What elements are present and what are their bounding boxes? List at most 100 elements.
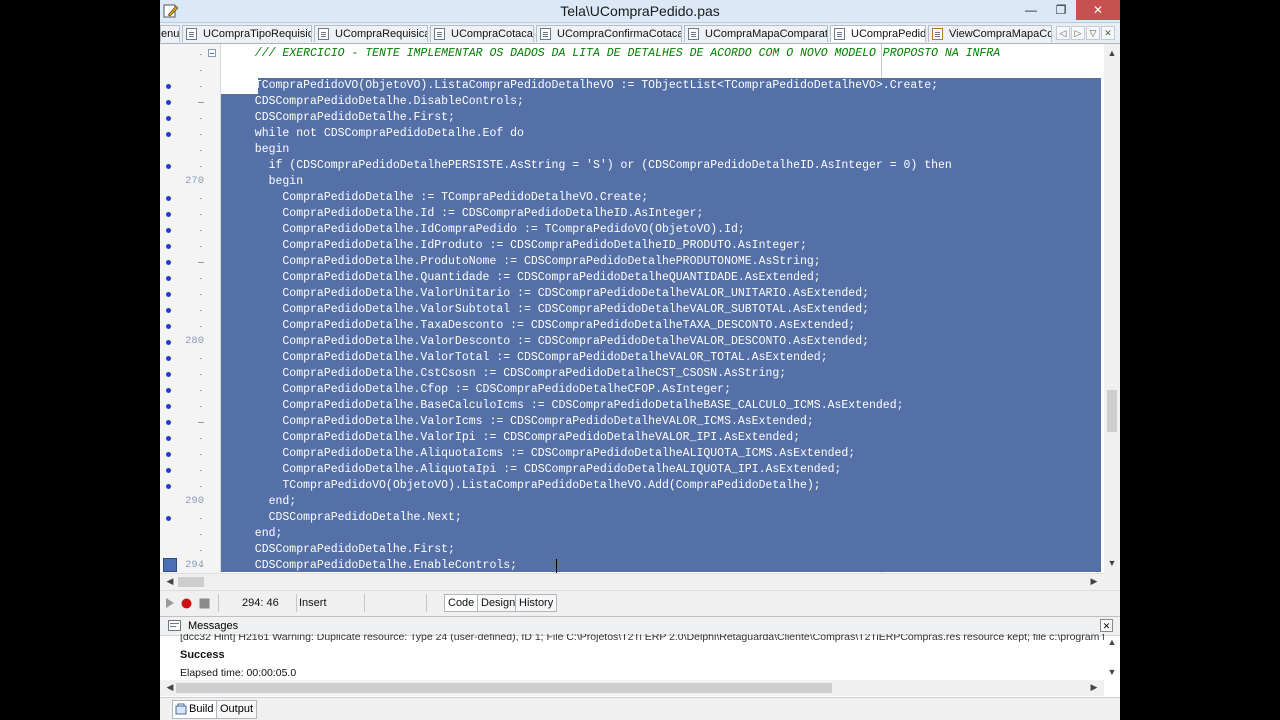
restore-button[interactable]: ❐ — [1046, 0, 1076, 20]
tab-ucompraconfirmacotacao[interactable]: UCompraConfirmaCotacao — [536, 25, 682, 42]
code-line[interactable]: CompraPedidoDetalhe.BaseCalculoIcms := C… — [241, 398, 1104, 414]
tab-ucompratiporequisicao[interactable]: UCompraTipoRequisicao — [182, 25, 312, 42]
messages-scroll-down-icon[interactable]: ▼ — [1104, 667, 1120, 677]
view-tab-code[interactable]: Code — [444, 594, 479, 612]
editor-vertical-scrollbar[interactable]: ▲ ▼ — [1104, 44, 1120, 573]
tab-viewcompramapacomp[interactable]: ViewCompraMapaComp — [928, 25, 1052, 42]
breakpoint-dot-icon[interactable] — [166, 292, 171, 297]
breakpoint-dot-icon[interactable] — [166, 340, 171, 345]
breakpoint-dot-icon[interactable] — [166, 84, 171, 89]
breakpoint-dot-icon[interactable] — [166, 420, 171, 425]
code-line[interactable]: CompraPedidoDetalhe.AliquotaIpi := CDSCo… — [241, 462, 1104, 478]
tab-ucompracotacao[interactable]: UCompraCotacao — [430, 25, 534, 42]
code-line[interactable]: end; — [241, 526, 1104, 542]
breakpoint-dot-icon[interactable] — [166, 388, 171, 393]
code-line[interactable]: CompraPedidoDetalhe.IdProduto := CDSComp… — [241, 238, 1104, 254]
close-window-button[interactable]: ✕ — [1076, 0, 1120, 20]
breakpoint-dot-icon[interactable] — [166, 132, 171, 137]
tab-output[interactable]: Output — [216, 700, 258, 719]
breakpoint-dot-icon[interactable] — [166, 356, 171, 361]
breakpoint-dot-icon[interactable] — [166, 484, 171, 489]
execution-point-icon[interactable] — [163, 558, 177, 572]
breakpoint-dot-icon[interactable] — [166, 324, 171, 329]
code-line[interactable]: CompraPedidoDetalhe.IdCompraPedido := TC… — [241, 222, 1104, 238]
breakpoint-dot-icon[interactable] — [166, 308, 171, 313]
code-area[interactable]: /// EXERCICIO - TENTE IMPLEMENTAR OS DAD… — [221, 44, 1104, 573]
messages-scroll-right-icon[interactable]: ▶ — [1086, 682, 1102, 693]
breakpoint-dot-icon[interactable] — [166, 436, 171, 441]
fold-marker-icon[interactable] — [198, 262, 204, 263]
tab-close-icon[interactable]: ✕ — [1101, 26, 1115, 40]
breakpoint-dot-icon[interactable] — [166, 404, 171, 409]
code-line[interactable]: CDSCompraPedidoDetalhe.DisableControls; — [241, 94, 1104, 110]
code-line[interactable]: CompraPedidoDetalhe.TaxaDesconto := CDSC… — [241, 318, 1104, 334]
code-line[interactable]: begin — [241, 174, 1104, 190]
scroll-down-arrow-icon[interactable]: ▼ — [1104, 558, 1120, 568]
vertical-scroll-thumb[interactable] — [1107, 390, 1117, 432]
code-line[interactable]: CompraPedidoDetalhe.ValorDesconto := CDS… — [241, 334, 1104, 350]
code-line[interactable]: CompraPedidoDetalhe.Cfop := CDSCompraPed… — [241, 382, 1104, 398]
code-line[interactable]: CompraPedidoDetalhe.Quantidade := CDSCom… — [241, 270, 1104, 286]
code-line[interactable]: CompraPedidoDetalhe.ValorIpi := CDSCompr… — [241, 430, 1104, 446]
code-line[interactable]: CompraPedidoDetalhe.ProdutoNome := CDSCo… — [241, 254, 1104, 270]
minimize-button[interactable]: — — [1016, 0, 1046, 20]
breakpoint-dot-icon[interactable] — [166, 164, 171, 169]
messages-scroll-thumb[interactable] — [176, 683, 832, 693]
code-line[interactable]: CompraPedidoDetalhe.ValorSubtotal := CDS… — [241, 302, 1104, 318]
messages-scroll-up-icon[interactable]: ▲ — [1104, 637, 1120, 647]
breakpoint-dot-icon[interactable] — [166, 516, 171, 521]
code-line[interactable]: CompraPedidoDetalhe.ValorUnitario := CDS… — [241, 286, 1104, 302]
code-line[interactable]: begin — [241, 142, 1104, 158]
breakpoint-dot-icon[interactable] — [166, 276, 171, 281]
scroll-left-arrow-icon[interactable]: ◀ — [162, 576, 178, 587]
code-editor[interactable]: 270 280 290 294 /// EXERCICIO - TENTE IMPLE… — [160, 44, 1104, 573]
code-line[interactable]: CompraPedidoDetalhe.ValorTotal := CDSCom… — [241, 350, 1104, 366]
breakpoint-dot-icon[interactable] — [166, 260, 171, 265]
breakpoint-dot-icon[interactable] — [166, 196, 171, 201]
code-line[interactable]: CompraPedidoDetalhe.Id := CDSCompraPedid… — [241, 206, 1104, 222]
close-messages-icon[interactable]: ✕ — [1100, 619, 1113, 632]
code-line[interactable]: CompraPedidoDetalhe := TCompraPedidoDeta… — [241, 190, 1104, 206]
code-line[interactable]: CDSCompraPedidoDetalhe.First; — [241, 542, 1104, 558]
tab-enu[interactable]: enu — [160, 25, 180, 42]
code-line[interactable]: CDSCompraPedidoDetalhe.EnableControls; — [241, 558, 1104, 573]
code-line[interactable]: CDSCompraPedidoDetalhe.Next; — [241, 510, 1104, 526]
code-line[interactable]: CompraPedidoDetalhe.AliquotaIcms := CDSC… — [241, 446, 1104, 462]
breakpoint-dot-icon[interactable] — [166, 452, 171, 457]
message-hint[interactable]: [dcc32 Hint] H2161 Warning: Duplicate re… — [180, 634, 1104, 644]
message-elapsed-time[interactable]: Elapsed time: 00:00:05.0 — [180, 667, 296, 679]
scroll-up-arrow-icon[interactable]: ▲ — [1104, 48, 1120, 58]
code-comment-line[interactable]: /// EXERCICIO - TENTE IMPLEMENTAR OS DAD… — [241, 46, 1104, 62]
breakpoint-dot-icon[interactable] — [166, 116, 171, 121]
tab-prev-icon[interactable]: ◁ — [1056, 26, 1070, 40]
record-macro-icon[interactable] — [181, 598, 192, 609]
code-line[interactable]: TCompraPedidoVO(ObjetoVO).ListaCompraPed… — [241, 78, 1104, 94]
stop-macro-icon[interactable] — [199, 598, 210, 609]
fold-marker-icon[interactable] — [198, 422, 204, 423]
message-success[interactable]: Success — [180, 649, 225, 661]
tab-ucomprarequisicao[interactable]: UCompraRequisicao — [314, 25, 428, 42]
tab-ucomprapedido[interactable]: UCompraPedido — [830, 25, 926, 42]
fold-marker-icon[interactable] — [198, 102, 204, 103]
code-line[interactable]: if (CDSCompraPedidoDetalhePERSISTE.AsStr… — [241, 158, 1104, 174]
code-line[interactable] — [241, 62, 1104, 78]
tab-build[interactable]: Build — [172, 700, 218, 719]
tab-ucompramapacomparativo[interactable]: UCompraMapaComparativo — [684, 25, 828, 42]
code-line[interactable]: while not CDSCompraPedidoDetalhe.Eof do — [241, 126, 1104, 142]
code-line[interactable]: TCompraPedidoVO(ObjetoVO).ListaCompraPed… — [241, 478, 1104, 494]
view-tab-history[interactable]: History — [515, 594, 558, 612]
editor-horizontal-scrollbar[interactable]: ◀ ▶ — [160, 573, 1104, 590]
editor-gutter[interactable]: 270 280 290 294 — [160, 44, 221, 573]
breakpoint-dot-icon[interactable] — [166, 468, 171, 473]
horizontal-scroll-thumb[interactable] — [178, 577, 204, 587]
tab-list-icon[interactable]: ▽ — [1086, 26, 1100, 40]
breakpoint-dot-icon[interactable] — [166, 244, 171, 249]
code-line[interactable]: CompraPedidoDetalhe.ValorIcms := CDSComp… — [241, 414, 1104, 430]
breakpoint-dot-icon[interactable] — [166, 372, 171, 377]
scroll-right-arrow-icon[interactable]: ▶ — [1086, 576, 1102, 587]
view-tab-design[interactable]: Design — [477, 594, 520, 612]
code-line[interactable]: end; — [241, 494, 1104, 510]
code-line[interactable]: CompraPedidoDetalhe.CstCsosn := CDSCompr… — [241, 366, 1104, 382]
run-macro-icon[interactable] — [165, 597, 175, 609]
messages-horizontal-scrollbar[interactable]: ◀ ▶ — [160, 680, 1104, 696]
